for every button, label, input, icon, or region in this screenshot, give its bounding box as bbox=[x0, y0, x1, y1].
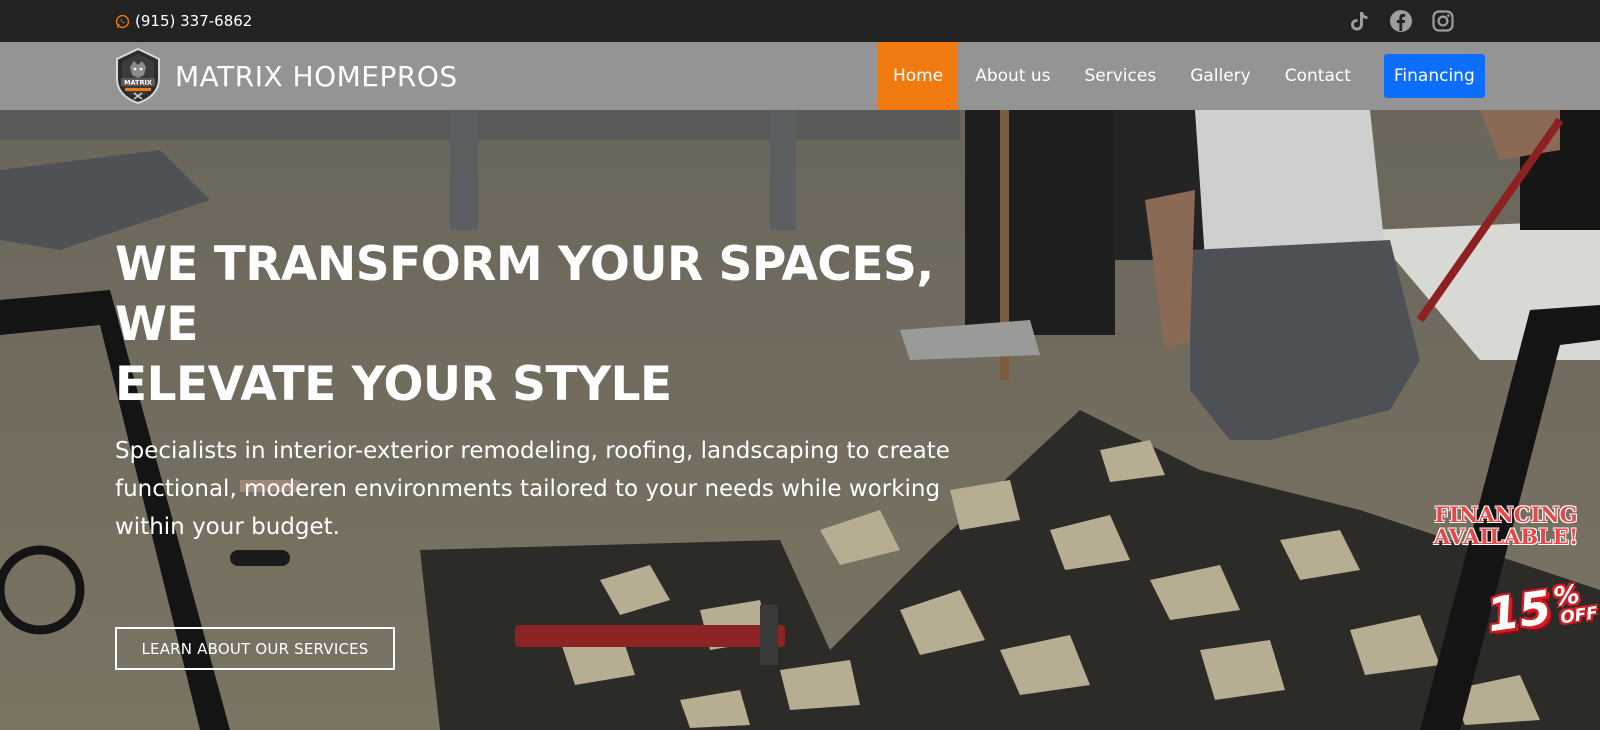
phone-contact[interactable]: (915) 337-6862 bbox=[115, 11, 252, 31]
instagram-icon[interactable] bbox=[1431, 9, 1455, 33]
discount-off-text: OFF bbox=[1559, 603, 1600, 629]
main-navbar: MATRIX MATRIX HOMEPROS Home About us Ser… bbox=[0, 42, 1600, 110]
nav-about-us[interactable]: About us bbox=[958, 42, 1067, 110]
nav-home[interactable]: Home bbox=[877, 42, 959, 110]
phone-number[interactable]: (915) 337-6862 bbox=[135, 12, 252, 30]
whatsapp-icon bbox=[115, 14, 130, 28]
tiktok-icon[interactable] bbox=[1347, 9, 1371, 33]
nav-gallery[interactable]: Gallery bbox=[1173, 42, 1268, 110]
financing-available-badge[interactable]: FINANCING AVAILABLE! bbox=[1420, 504, 1592, 548]
hero-content: WE TRANSFORM YOUR SPACES, WE ELEVATE YOU… bbox=[115, 235, 1015, 670]
hero-section: WE TRANSFORM YOUR SPACES, WE ELEVATE YOU… bbox=[0, 110, 1600, 730]
nav-menu: Home About us Services Gallery Contact F… bbox=[877, 42, 1485, 110]
nav-services[interactable]: Services bbox=[1068, 42, 1174, 110]
matrix-logo-icon[interactable]: MATRIX bbox=[113, 47, 163, 105]
hero-subtitle: Specialists in interior-exterior remodel… bbox=[115, 438, 950, 540]
hero-title-line-1: WE TRANSFORM YOUR SPACES, WE bbox=[115, 237, 934, 352]
hero-title: WE TRANSFORM YOUR SPACES, WE ELEVATE YOU… bbox=[115, 235, 1015, 415]
brand-name[interactable]: MATRIX HOMEPROS bbox=[175, 60, 458, 93]
discount-number: 15 bbox=[1483, 579, 1555, 643]
financing-badge-line-2: AVAILABLE! bbox=[1433, 524, 1579, 549]
financing-button[interactable]: Financing bbox=[1383, 54, 1485, 98]
hero-title-line-2: ELEVATE YOUR STYLE bbox=[115, 357, 672, 412]
learn-about-services-button[interactable]: LEARN ABOUT OUR SERVICES bbox=[115, 627, 395, 670]
social-links bbox=[1347, 9, 1455, 33]
facebook-icon[interactable] bbox=[1389, 9, 1413, 33]
brand[interactable]: MATRIX MATRIX HOMEPROS bbox=[113, 47, 458, 105]
top-bar: (915) 337-6862 bbox=[0, 0, 1600, 42]
logo-text: MATRIX bbox=[124, 79, 152, 87]
nav-contact[interactable]: Contact bbox=[1268, 42, 1368, 110]
